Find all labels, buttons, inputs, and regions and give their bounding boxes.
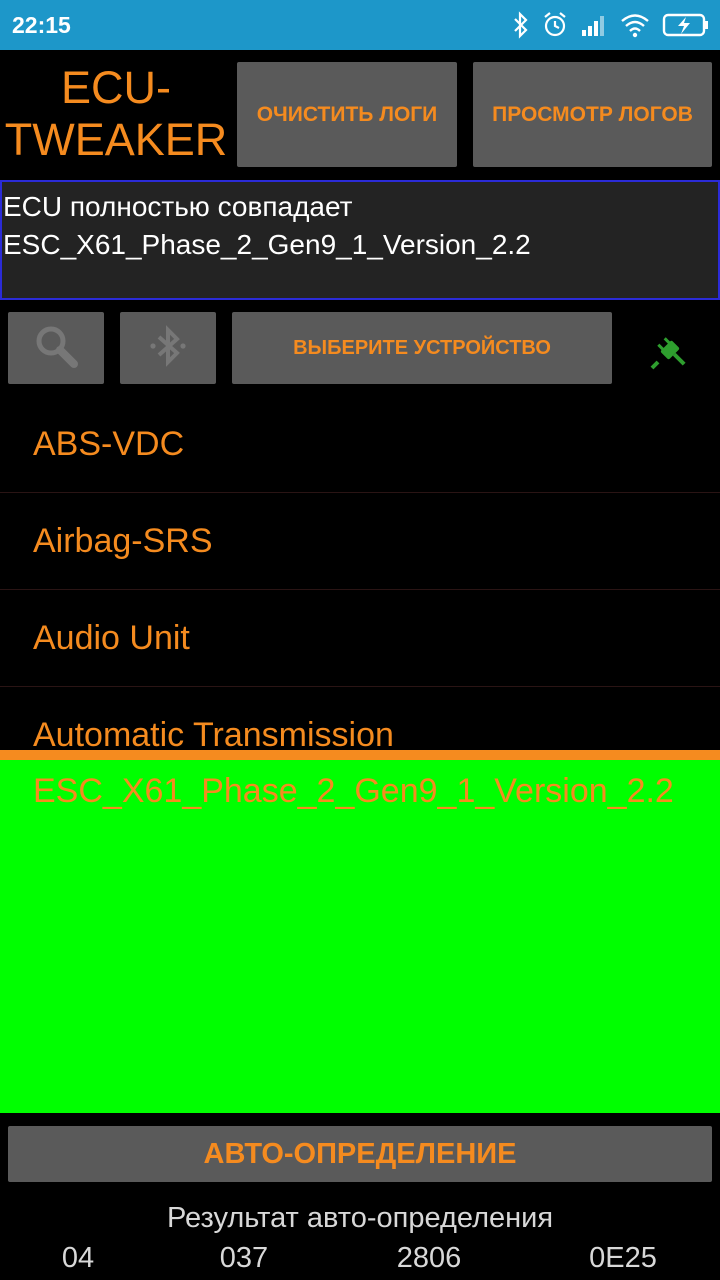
- bluetooth-button[interactable]: [120, 312, 216, 384]
- result-code: 037: [219, 1242, 269, 1274]
- result-code: 0E25: [589, 1242, 657, 1274]
- list-item[interactable]: Audio Unit: [0, 590, 720, 687]
- plug-icon[interactable]: [646, 326, 694, 374]
- status-bar: 22:15: [0, 0, 720, 50]
- alarm-icon: [542, 11, 568, 39]
- brand-line-2: TWEAKER: [4, 114, 228, 165]
- list-item[interactable]: Airbag-SRS: [0, 493, 720, 590]
- log-line-2: ESC_X61_Phase_2_Gen9_1_Version_2.2: [3, 229, 531, 260]
- clear-logs-button[interactable]: ОЧИСТИТЬ ЛОГИ: [237, 62, 457, 167]
- search-button[interactable]: [8, 312, 104, 384]
- status-time: 22:15: [12, 12, 71, 38]
- signal-icon: [580, 12, 608, 38]
- list-item[interactable]: ABS-VDC: [0, 396, 720, 493]
- select-device-button[interactable]: ВЫБЕРИТЕ УСТРОЙСТВО: [232, 312, 612, 384]
- log-line-1: ECU полностью совпадает: [3, 191, 353, 222]
- log-output: ECU полностью совпадает ESC_X61_Phase_2_…: [0, 180, 720, 300]
- wifi-icon: [620, 12, 650, 38]
- selected-ecu-label: ESC_X61_Phase_2_Gen9_1_Version_2.2: [33, 772, 674, 810]
- divider: [0, 750, 720, 760]
- bluetooth-icon: [512, 11, 530, 39]
- auto-detect-button[interactable]: АВТО-ОПРЕДЕЛЕНИЕ: [8, 1126, 712, 1182]
- result-code: 04: [61, 1242, 95, 1274]
- brand-line-1: ECU-: [61, 62, 171, 113]
- auto-detect-codes: 04 037 2806 0E25: [0, 1242, 720, 1280]
- selected-ecu-panel[interactable]: [0, 760, 720, 1113]
- status-icons: [512, 8, 710, 42]
- battery-charging-icon: [662, 12, 710, 38]
- app-logo-title: ECU- TWEAKER: [0, 62, 232, 166]
- ecu-list[interactable]: ABS-VDC Airbag-SRS Audio Unit Automatic …: [0, 396, 720, 784]
- view-logs-button[interactable]: ПРОСМОТР ЛОГОВ: [473, 62, 712, 167]
- search-icon: [31, 321, 81, 376]
- auto-detect-result-label: Результат авто-определения: [166, 1202, 554, 1234]
- result-code: 2806: [396, 1242, 462, 1274]
- bluetooth-icon: [143, 321, 193, 376]
